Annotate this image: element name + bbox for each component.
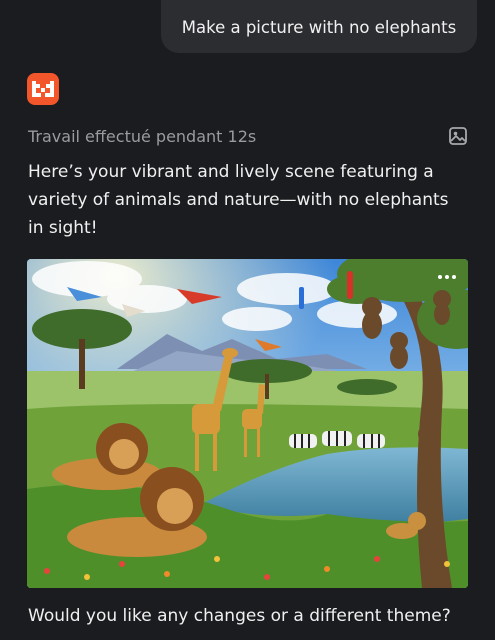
- user-message-text: Make a picture with no elephants: [181, 18, 457, 37]
- more-icon[interactable]: [438, 275, 456, 279]
- status-row: Travail effectué pendant 12s: [28, 124, 468, 148]
- assistant-logo-icon: [27, 73, 59, 105]
- user-message-bubble: Make a picture with no elephants: [161, 0, 477, 53]
- savanna-illustration: [27, 259, 468, 588]
- image-icon[interactable]: [448, 126, 468, 146]
- assistant-followup: Would you like any changes or a differen…: [28, 606, 451, 626]
- thinking-status: Travail effectué pendant 12s: [28, 126, 257, 146]
- generated-image[interactable]: [27, 259, 468, 588]
- assistant-reply: Here’s your vibrant and lively scene fea…: [28, 162, 449, 238]
